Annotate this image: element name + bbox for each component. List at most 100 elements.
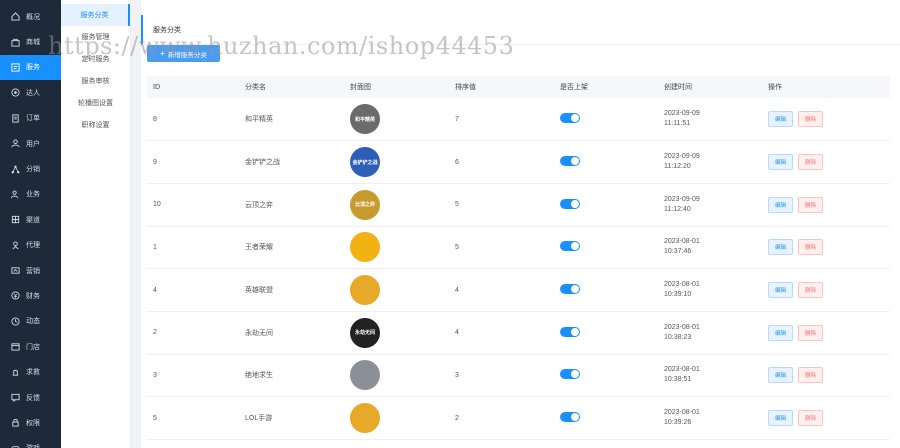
edit-button[interactable]: 编辑 xyxy=(768,324,794,341)
cell-date: 2023-08-01 xyxy=(664,366,700,374)
distribution-icon xyxy=(11,165,20,174)
subnav-item-3[interactable]: 服务审核 xyxy=(61,70,130,92)
listed-toggle[interactable] xyxy=(560,284,580,295)
delete-button[interactable]: 删除 xyxy=(798,410,824,427)
marketing-icon xyxy=(11,266,20,275)
sidebar-item-label: 业务 xyxy=(26,191,40,199)
cell-time: 10:38:51 xyxy=(664,376,692,384)
cell-name: 金铲铲之战 xyxy=(245,159,280,167)
cell-time: 10:39:26 xyxy=(664,419,692,427)
delete-button[interactable]: 删除 xyxy=(798,239,824,256)
shop-icon xyxy=(11,38,20,47)
listed-toggle[interactable] xyxy=(560,198,580,209)
table-row: 10 云顶之弈 云顶之弈 5 2023-09-09 11:12:40 编辑 删除 xyxy=(147,183,890,227)
cell-id: 1 xyxy=(153,243,157,251)
cover-image: 永劫无间 xyxy=(350,317,380,348)
sidebar-item-agent[interactable]: 代理 xyxy=(0,233,61,258)
listed-toggle[interactable] xyxy=(560,113,580,124)
delete-button[interactable]: 删除 xyxy=(798,282,824,299)
sidebar-item-game[interactable]: 游戏 xyxy=(0,436,61,448)
table-row: 1 王者荣耀 5 2023-08-01 10:37:46 编辑 删除 xyxy=(147,226,890,269)
cell-id: 9 xyxy=(153,158,157,166)
add-category-button[interactable]: + 新增服务分类 xyxy=(147,45,220,62)
listed-toggle[interactable] xyxy=(560,241,580,252)
sidebar-item-label: 渠道 xyxy=(26,216,40,224)
cell-name: 绝地求生 xyxy=(245,372,273,380)
edit-button[interactable]: 编辑 xyxy=(768,282,794,299)
edit-button[interactable]: 编辑 xyxy=(768,154,794,171)
edit-button[interactable]: 编辑 xyxy=(768,196,794,213)
delete-button[interactable]: 删除 xyxy=(798,154,824,171)
cell-sort: 6 xyxy=(455,158,459,166)
sidebar-item-expert[interactable]: 达人 xyxy=(0,80,61,105)
sidebar-item-service[interactable]: 服务 xyxy=(0,54,61,81)
edit-button[interactable]: 编辑 xyxy=(768,239,794,256)
plus-icon: + xyxy=(160,49,165,58)
sidebar-item-store[interactable]: 门店 xyxy=(0,334,61,359)
cell-sort: 4 xyxy=(455,329,459,337)
delete-button[interactable]: 删除 xyxy=(798,111,824,128)
cell-date: 2023-08-01 xyxy=(664,281,700,289)
listed-toggle[interactable] xyxy=(560,326,580,337)
subnav-item-0[interactable]: 服务分类 xyxy=(61,4,130,26)
subnav-item-5[interactable]: 职称设置 xyxy=(61,114,130,136)
col-listed: 是否上架 xyxy=(560,84,588,91)
cell-sort: 5 xyxy=(455,201,459,209)
cover-text: 和平精英 xyxy=(354,116,375,123)
cell-sort: 3 xyxy=(455,371,459,379)
sidebar-item-label: 财务 xyxy=(26,292,40,300)
sidebar-item-order[interactable]: 订单 xyxy=(0,106,61,131)
sidebar-item-shop[interactable]: 商城 xyxy=(0,29,61,54)
cover-image xyxy=(350,232,380,263)
permission-icon xyxy=(11,418,20,427)
delete-button[interactable]: 删除 xyxy=(798,367,824,384)
edit-button[interactable]: 编辑 xyxy=(768,111,794,128)
cell-date: 2023-09-09 xyxy=(664,110,700,118)
sidebar-item-label: 代理 xyxy=(26,242,40,250)
edit-button[interactable]: 编辑 xyxy=(768,367,794,384)
subnav-item-1[interactable]: 服务管理 xyxy=(61,26,130,48)
top-bar xyxy=(141,0,900,16)
delete-button[interactable]: 删除 xyxy=(798,324,824,341)
cover-text: 永劫无间 xyxy=(354,330,375,337)
sidebar-item-label: 用户 xyxy=(26,140,40,148)
table-row: 4 英雄联盟 4 2023-08-01 10:39:10 编辑 删除 xyxy=(147,269,890,312)
cell-name: 王者荣耀 xyxy=(245,244,273,252)
cell-time: 10:39:10 xyxy=(664,291,692,299)
subnav-item-4[interactable]: 轮播图设置 xyxy=(61,92,130,114)
sidebar-item-home[interactable]: 概况 xyxy=(0,4,61,29)
sidebar-item-permission[interactable]: 权限 xyxy=(0,410,61,435)
sidebar-item-finance[interactable]: 财务 xyxy=(0,283,61,308)
listed-toggle[interactable] xyxy=(560,412,580,423)
listed-toggle[interactable] xyxy=(560,369,580,380)
delete-button[interactable]: 删除 xyxy=(798,196,824,213)
table-header-row: ID 分类名 封面图 排序值 是否上架 创建时间 操作 xyxy=(147,76,890,98)
col-cover: 封面图 xyxy=(350,84,371,91)
feedback-icon xyxy=(11,393,20,403)
sidebar-item-channel[interactable]: 渠道 xyxy=(0,207,61,232)
cell-id: 4 xyxy=(153,286,157,294)
sidebar-item-marketing[interactable]: 营销 xyxy=(0,258,61,283)
sidebar-item-label: 求救 xyxy=(26,369,40,377)
listed-toggle[interactable] xyxy=(560,156,580,167)
sidebar-item-label: 分销 xyxy=(26,166,40,174)
cell-date: 2023-08-01 xyxy=(664,409,700,417)
sidebar-item-business[interactable]: 业务 xyxy=(0,182,61,207)
finance-icon xyxy=(11,291,20,301)
sidebar-item-dynamic[interactable]: 动态 xyxy=(0,309,61,334)
subnav-item-2[interactable]: 定时服务 xyxy=(61,48,130,70)
main-content: 服务分类 + 新增服务分类 ID 分类名 封面图 排序值 是否上架 创建时间 操… xyxy=(131,0,900,448)
sidebar-item-feedback[interactable]: 反馈 xyxy=(0,385,61,410)
cover-image: 和平精英 xyxy=(350,104,380,135)
sidebar-item-label: 商城 xyxy=(26,39,40,47)
business-icon xyxy=(11,190,20,199)
sidebar-item-distribution[interactable]: 分销 xyxy=(0,156,61,181)
sidebar-item-user[interactable]: 用户 xyxy=(0,131,61,156)
sidebar-item-help[interactable]: 求救 xyxy=(0,359,61,384)
service-icon xyxy=(11,63,20,72)
cell-sort: 7 xyxy=(455,115,459,123)
order-icon xyxy=(11,114,20,123)
edit-button[interactable]: 编辑 xyxy=(768,410,794,427)
sidebar-item-label: 权限 xyxy=(26,419,40,427)
cover-image: 云顶之弈 xyxy=(350,189,380,220)
